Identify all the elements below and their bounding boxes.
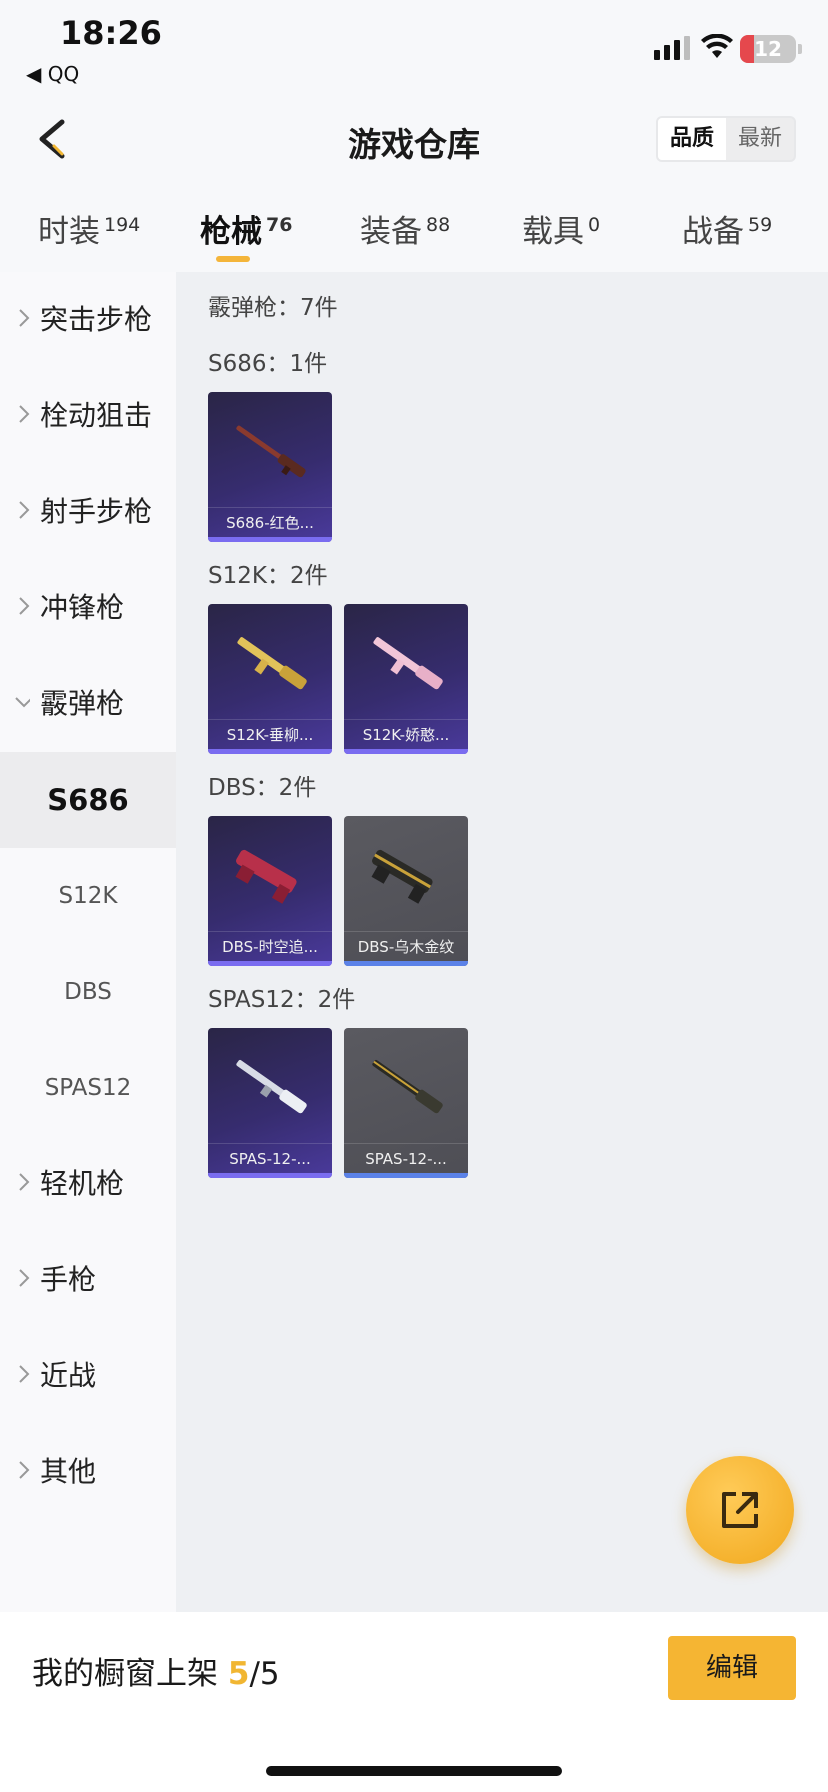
chevron-right-icon	[19, 1365, 30, 1383]
sidebar-subitem-dbs[interactable]: DBS	[0, 944, 176, 1040]
weapon-list: 霰弹枪：7件 S686：1件 S686-红色... S12K：2件 S12K-垂…	[176, 272, 828, 1612]
share-button[interactable]	[686, 1456, 794, 1564]
battery-level: 12	[754, 37, 782, 61]
weapon-card-dbs-2[interactable]: DBS-乌木金纹	[344, 816, 468, 966]
cellular-signal-icon	[654, 36, 690, 60]
shotgun-icon	[236, 425, 306, 478]
wifi-icon	[701, 34, 733, 58]
share-external-icon	[722, 1492, 758, 1528]
tab-fashion[interactable]: 时装 194	[38, 206, 140, 251]
shotgun-icon	[373, 637, 443, 690]
showcase-footer: 我的橱窗上架 5/5 编辑	[0, 1612, 828, 1792]
chevron-right-icon	[19, 501, 30, 519]
sort-by-quality-button[interactable]: 品质	[658, 118, 726, 160]
status-time: 18:26	[60, 14, 162, 52]
weapon-card-s12k-2[interactable]: S12K-娇憨...	[344, 604, 468, 754]
category-tabs: 时装 194 枪械 76 装备 88 载具 0 战备 59	[0, 186, 828, 272]
chevron-down-icon	[15, 697, 30, 708]
sidebar-item-smg[interactable]: 冲锋枪	[0, 560, 176, 656]
sort-toggle: 品质 最新	[656, 116, 796, 162]
sidebar-item-pistol[interactable]: 手枪	[0, 1232, 176, 1328]
chevron-right-icon	[19, 309, 30, 327]
home-indicator[interactable]	[266, 1766, 562, 1776]
chevron-right-icon	[19, 1269, 30, 1287]
battery-icon: 12	[740, 35, 796, 63]
tab-equipment[interactable]: 装备 88	[360, 206, 450, 251]
weapon-card-s12k-1[interactable]: S12K-垂柳...	[208, 604, 332, 754]
chevron-right-icon	[19, 1461, 30, 1479]
sidebar-item-shotgun[interactable]: 霰弹枪	[0, 656, 176, 752]
weapon-card-spas12-1[interactable]: SPAS-12-...	[208, 1028, 332, 1178]
shotgun-icon	[237, 637, 307, 690]
active-tab-indicator	[216, 256, 250, 262]
sidebar-item-melee[interactable]: 近战	[0, 1328, 176, 1424]
sidebar-subitem-spas12[interactable]: SPAS12	[0, 1040, 176, 1136]
chevron-right-icon	[19, 597, 30, 615]
weapon-card-spas12-2[interactable]: SPAS-12-...	[344, 1028, 468, 1178]
back-to-app-link[interactable]: ◀ QQ	[26, 62, 79, 86]
group-title-s12k: S12K：2件	[208, 563, 328, 589]
weapon-card-dbs-1[interactable]: DBS-时空追...	[208, 816, 332, 966]
sidebar-item-marksman-rifle[interactable]: 射手步枪	[0, 464, 176, 560]
tab-supplies[interactable]: 战备 59	[682, 206, 772, 251]
tab-firearms[interactable]: 枪械 76	[200, 206, 292, 251]
shotgun-icon	[236, 1059, 307, 1114]
group-title-s686: S686：1件	[208, 351, 328, 377]
shotgun-summary: 霰弹枪：7件	[208, 295, 338, 321]
chevron-right-icon	[19, 405, 30, 423]
chevron-right-icon	[19, 1173, 30, 1191]
showcase-status: 我的橱窗上架 5/5	[32, 1656, 280, 1692]
edit-button[interactable]: 编辑	[668, 1636, 796, 1700]
weapon-card-s686[interactable]: S686-红色...	[208, 392, 332, 542]
shotgun-icon	[235, 849, 297, 904]
sidebar-subitem-s686[interactable]: S686	[0, 752, 176, 848]
shotgun-icon	[371, 849, 433, 904]
sidebar-item-assault-rifle[interactable]: 突击步枪	[0, 272, 176, 368]
weapon-category-sidebar: 突击步枪 栓动狙击 射手步枪 冲锋枪 霰弹枪 S686 S12K DBS SPA…	[0, 272, 176, 1612]
sidebar-item-bolt-sniper[interactable]: 栓动狙击	[0, 368, 176, 464]
status-bar: 18:26 ◀ QQ 12	[0, 0, 828, 96]
sidebar-item-lmg[interactable]: 轻机枪	[0, 1136, 176, 1232]
group-title-spas12: SPAS12：2件	[208, 987, 356, 1013]
group-title-dbs: DBS：2件	[208, 775, 317, 801]
sort-by-latest-button[interactable]: 最新	[726, 118, 794, 160]
sidebar-subitem-s12k[interactable]: S12K	[0, 848, 176, 944]
shotgun-icon	[372, 1059, 443, 1114]
page-header: 游戏仓库 品质 最新	[0, 96, 828, 186]
sidebar-item-other[interactable]: 其他	[0, 1424, 176, 1520]
tab-vehicles[interactable]: 载具 0	[522, 206, 600, 251]
